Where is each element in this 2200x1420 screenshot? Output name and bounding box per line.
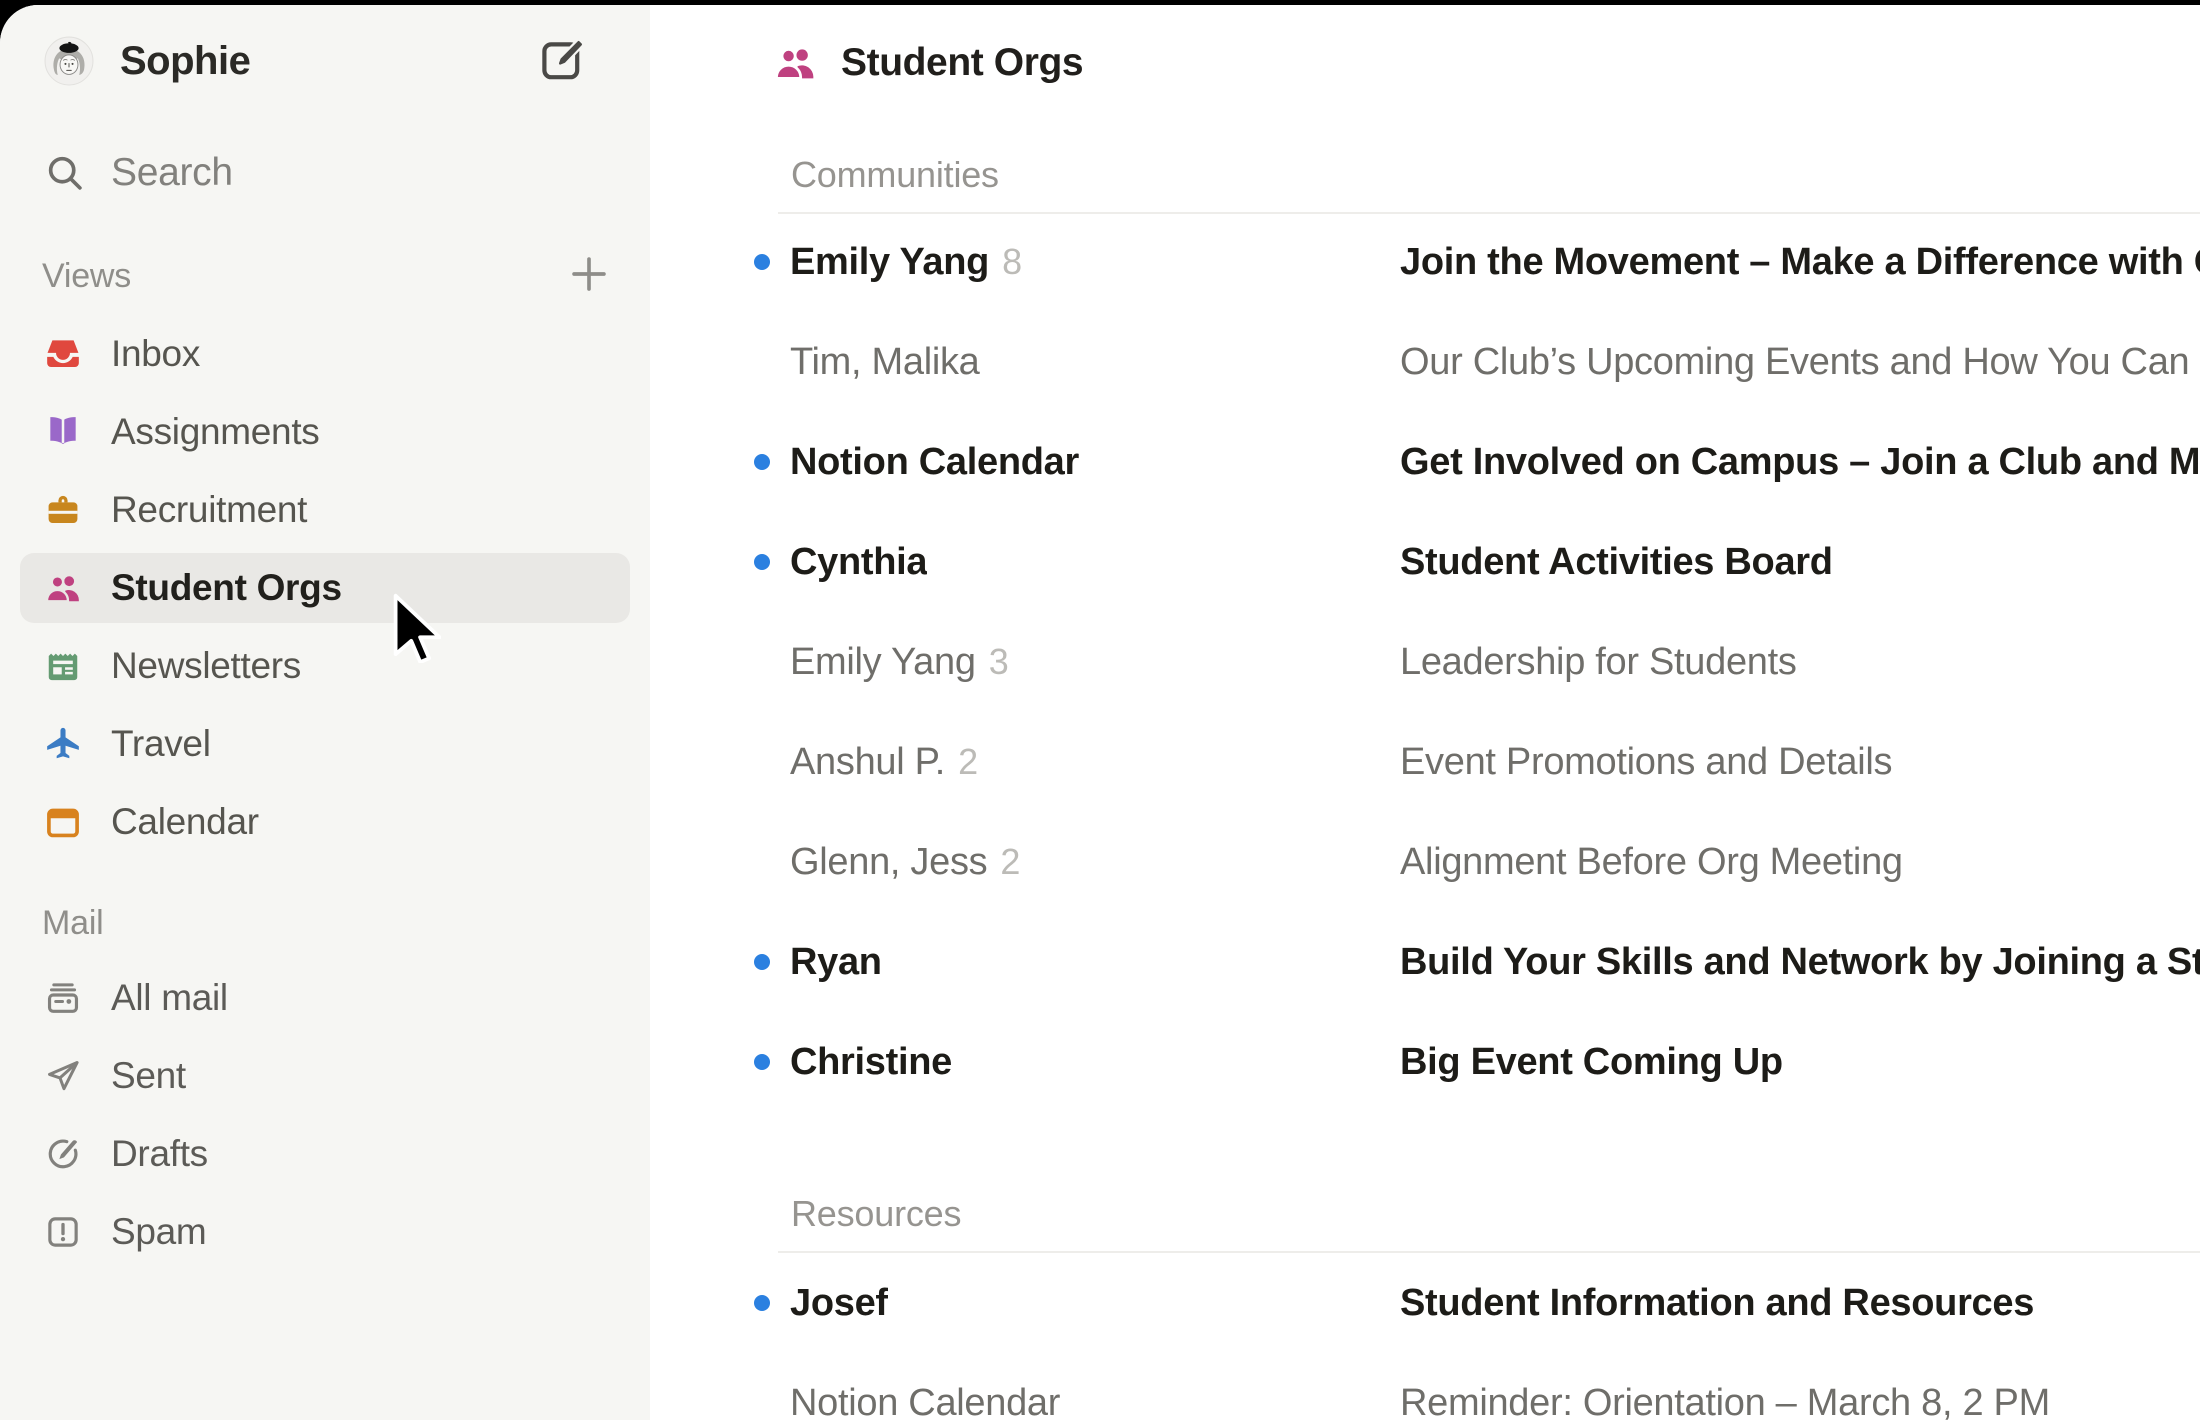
email-subject: Our Club’s Upcoming Events and How You C… — [1400, 341, 2200, 384]
email-sender: Notion Calendar — [790, 441, 1079, 484]
email-sender: Emily Yang — [790, 641, 976, 684]
airplane-icon — [44, 725, 82, 763]
views-nav-list: Inbox Assignments Recruitment Student Or… — [0, 319, 650, 865]
sidebar-item-all-mail[interactable]: All mail — [20, 963, 630, 1033]
people-icon — [44, 569, 82, 607]
drafts-icon — [44, 1135, 82, 1173]
inbox-icon — [44, 335, 82, 373]
thread-count: 8 — [1002, 241, 1022, 283]
email-row[interactable]: Glenn, Jess 2 Alignment Before Org Meeti… — [650, 812, 2200, 912]
sidebar-item-assignments[interactable]: Assignments — [20, 397, 630, 467]
email-sender: Emily Yang — [790, 241, 989, 284]
sidebar-item-label: Newsletters — [111, 645, 301, 687]
email-sender: Tim, Malika — [790, 341, 980, 384]
email-subject: Leadership for Students — [1400, 641, 1797, 684]
email-sender: Notion Calendar — [790, 1382, 1060, 1420]
sidebar-item-label: Drafts — [111, 1133, 208, 1175]
all-mail-icon — [44, 979, 82, 1017]
sidebar: Sophie Search View — [0, 5, 650, 1420]
unread-dot-icon — [754, 954, 770, 970]
thread-count: 2 — [1000, 841, 1020, 883]
email-list-pane: Student Orgs Communities Emily Yang 8 Jo… — [650, 5, 2200, 1420]
search-label: Search — [111, 151, 233, 195]
sidebar-item-label: Recruitment — [111, 489, 307, 531]
search-button[interactable]: Search — [44, 145, 233, 201]
user-name: Sophie — [120, 39, 250, 84]
email-row[interactable]: Notion Calendar Reminder: Orientation – … — [650, 1353, 2200, 1420]
page-title: Student Orgs — [841, 41, 1083, 85]
email-row[interactable]: Ryan Build Your Skills and Network by Jo… — [650, 912, 2200, 1012]
email-row[interactable]: Emily Yang 3 Leadership for Students — [650, 612, 2200, 712]
sidebar-item-label: Inbox — [111, 333, 200, 375]
email-subject: Student Information and Resources — [1400, 1282, 2034, 1325]
briefcase-icon — [44, 491, 82, 529]
sidebar-item-drafts[interactable]: Drafts — [20, 1119, 630, 1189]
email-sender: Josef — [790, 1282, 888, 1325]
email-rows-communities: Emily Yang 8 Join the Movement – Make a … — [650, 212, 2200, 1112]
sidebar-item-newsletters[interactable]: Newsletters — [20, 631, 630, 701]
sidebar-item-label: Spam — [111, 1211, 206, 1253]
views-section-header: Views — [42, 254, 131, 298]
section-header-communities: Communities — [791, 149, 999, 201]
email-row[interactable]: Josef Student Information and Resources — [650, 1253, 2200, 1353]
view-header: Student Orgs — [773, 35, 1083, 91]
sidebar-item-student-orgs[interactable]: Student Orgs — [20, 553, 630, 623]
sidebar-item-label: All mail — [111, 977, 228, 1019]
sidebar-item-label: Travel — [111, 723, 211, 765]
section-header-resources: Resources — [791, 1188, 961, 1240]
mail-section-header: Mail — [42, 901, 104, 945]
email-subject: Event Promotions and Details — [1400, 741, 1892, 784]
sidebar-item-sent[interactable]: Sent — [20, 1041, 630, 1111]
unread-dot-icon — [754, 454, 770, 470]
email-row[interactable]: Christine Big Event Coming Up — [650, 1012, 2200, 1112]
email-sender: Ryan — [790, 941, 882, 984]
send-icon — [44, 1057, 82, 1095]
email-sender: Christine — [790, 1041, 952, 1084]
sidebar-item-inbox[interactable]: Inbox — [20, 319, 630, 389]
unread-dot-icon — [754, 554, 770, 570]
calendar-icon — [44, 803, 82, 841]
sidebar-item-label: Calendar — [111, 801, 259, 843]
email-subject: Alignment Before Org Meeting — [1400, 841, 1903, 884]
email-subject: Get Involved on Campus – Join a Club and… — [1400, 441, 2200, 484]
email-sender: Anshul P. — [790, 741, 945, 784]
newspaper-icon — [44, 647, 82, 685]
sidebar-item-travel[interactable]: Travel — [20, 709, 630, 779]
email-row[interactable]: Emily Yang 8 Join the Movement – Make a … — [650, 212, 2200, 312]
sidebar-item-recruitment[interactable]: Recruitment — [20, 475, 630, 545]
email-row[interactable]: Notion Calendar Get Involved on Campus –… — [650, 412, 2200, 512]
email-subject: Big Event Coming Up — [1400, 1041, 1783, 1084]
compose-icon[interactable] — [538, 36, 586, 84]
email-row[interactable]: Tim, Malika Our Club’s Upcoming Events a… — [650, 312, 2200, 412]
people-icon — [773, 41, 817, 85]
sidebar-item-calendar[interactable]: Calendar — [20, 787, 630, 857]
search-icon — [44, 152, 86, 194]
email-sender: Glenn, Jess — [790, 841, 987, 884]
unread-dot-icon — [754, 1054, 770, 1070]
email-subject: Reminder: Orientation – March 8, 2 PM — [1400, 1382, 2050, 1420]
avatar — [44, 36, 94, 86]
email-row[interactable]: Anshul P. 2 Event Promotions and Details — [650, 712, 2200, 812]
thread-count: 3 — [989, 641, 1009, 683]
sidebar-item-label: Sent — [111, 1055, 186, 1097]
unread-dot-icon — [754, 254, 770, 270]
email-sender: Cynthia — [790, 541, 927, 584]
email-subject: Join the Movement – Make a Difference wi… — [1400, 241, 2200, 284]
sidebar-item-label: Student Orgs — [111, 567, 342, 609]
app-page: Sophie Search View — [0, 0, 2200, 1420]
mail-app-window: Sophie Search View — [0, 5, 2200, 1420]
email-rows-resources: Josef Student Information and Resources … — [650, 1253, 2200, 1420]
thread-count: 2 — [958, 741, 978, 783]
mail-nav-list: All mail Sent Drafts Spam — [0, 963, 650, 1275]
add-view-button[interactable] — [566, 251, 612, 297]
email-subject: Student Activities Board — [1400, 541, 1833, 584]
email-subject: Build Your Skills and Network by Joining… — [1400, 941, 2200, 984]
spam-icon — [44, 1213, 82, 1251]
sidebar-item-label: Assignments — [111, 411, 320, 453]
open-book-icon — [44, 413, 82, 451]
email-row[interactable]: Cynthia Student Activities Board — [650, 512, 2200, 612]
unread-dot-icon — [754, 1295, 770, 1311]
sidebar-item-spam[interactable]: Spam — [20, 1197, 630, 1267]
account-switcher[interactable]: Sophie — [44, 33, 620, 89]
